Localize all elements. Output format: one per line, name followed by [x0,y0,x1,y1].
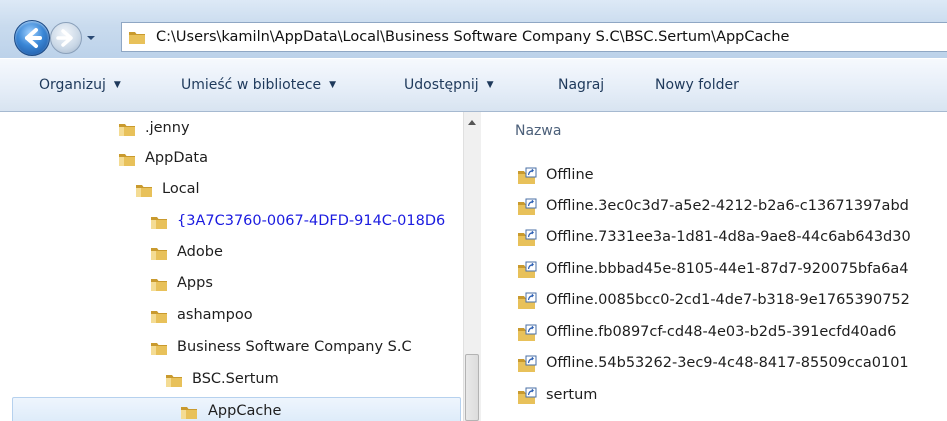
folder-icon [136,185,152,197]
folder-icon [151,311,167,323]
file-name: Offline.7331ee3a-1d81-4d8a-9ae8-44c6ab64… [546,229,911,245]
tree-item-guid-folder[interactable]: {3A7C3760-0067-4DFD-914C-018D6 [150,208,463,238]
organize-button[interactable]: Organizuj ▼ [39,77,121,93]
file-name: Offline.fb0897cf-cd48-4e03-b2d5-391ecfd4… [546,324,897,340]
address-path-text: C:\Users\kamiln\AppData\Local\Business S… [156,29,790,45]
folder-icon [151,279,167,291]
scrollbar-thumb[interactable] [465,354,479,421]
shortcut-folder-icon [518,167,537,184]
address-bar-region: C:\Users\kamiln\AppData\Local\Business S… [0,0,947,58]
folder-icon [129,32,145,44]
new-folder-label: Nowy folder [655,77,739,93]
navigation-scrollbar[interactable] [463,112,481,421]
file-name: Offline.0085bcc0-2cd1-4de7-b318-9e176539… [546,292,910,308]
arrow-right-icon [56,29,73,47]
tree-item-appdata[interactable]: AppData [118,145,458,175]
tree-item-label: Business Software Company S.C [177,339,412,355]
shortcut-folder-icon [518,229,537,246]
chevron-down-icon: ▼ [329,80,337,90]
folder-icon [119,154,135,166]
tree-item-label: Apps [177,275,213,291]
new-folder-button[interactable]: Nowy folder [655,77,739,93]
shortcut-folder-icon [518,324,537,341]
include-in-library-button[interactable]: Umieść w bibliotece ▼ [181,77,336,93]
navigation-pane[interactable]: .jenny AppData Local {3A7C3760-0067-4DFD… [0,112,463,421]
arrow-left-icon [25,28,42,48]
column-header-name[interactable]: Nazwa [515,123,561,139]
file-name: Offline.bbbad45e-8105-44e1-87d7-920075bf… [546,261,909,277]
file-name: Offline.54b53262-3ec9-4c48-8417-85509cca… [546,355,909,371]
tree-item-ashampoo[interactable]: ashampoo [150,302,450,332]
shortcut-folder-icon [518,355,537,372]
shortcut-folder-icon [518,292,537,309]
include-in-library-label: Umieść w bibliotece [181,77,322,93]
tree-item-bsc-sertum[interactable]: BSC.Sertum [165,366,455,396]
tree-item-appcache[interactable]: AppCache [12,397,461,421]
tree-item-apps[interactable]: Apps [150,270,450,300]
file-name: sertum [546,387,598,403]
recent-pages-dropdown[interactable] [84,30,98,44]
folder-icon [119,124,135,136]
forward-button[interactable] [50,22,82,54]
tree-item-jenny[interactable]: .jenny [118,115,458,145]
folder-icon [181,407,197,419]
chevron-down-icon: ▼ [113,80,121,90]
file-list-pane[interactable]: Nazwa Offline Offline.3ec0c3d7-a5e2-4212… [481,112,947,421]
tree-item-label: ashampoo [177,307,253,323]
burn-button[interactable]: Nagraj [558,77,604,93]
organize-label: Organizuj [39,77,106,93]
folder-icon [151,248,167,260]
chevron-down-icon: ▼ [486,80,494,90]
share-with-button[interactable]: Udostępnij ▼ [404,77,494,93]
tree-item-local[interactable]: Local [135,176,455,206]
chevron-down-icon [87,36,95,40]
tree-item-adobe[interactable]: Adobe [150,239,450,269]
file-name: Offline.3ec0c3d7-a5e2-4212-b2a6-c1367139… [546,198,909,214]
folder-icon [151,217,167,229]
file-name: Offline [546,167,594,183]
shortcut-folder-icon [518,198,537,215]
share-with-label: Udostępnij [404,77,479,93]
back-button[interactable] [14,20,50,56]
command-toolbar: Organizuj ▼ Umieść w bibliotece ▼ Udostępn… [0,58,947,112]
address-field[interactable]: C:\Users\kamiln\AppData\Local\Business S… [121,22,947,52]
shortcut-folder-icon [518,387,537,404]
folder-icon [166,375,182,387]
tree-item-label: AppCache [208,403,282,419]
burn-label: Nagraj [558,77,605,93]
scroll-up-arrow-icon[interactable] [468,120,476,125]
tree-item-label: .jenny [145,120,190,136]
folder-icon [151,343,167,355]
tree-item-label: Local [162,181,200,197]
shortcut-folder-icon [518,261,537,278]
tree-item-label: BSC.Sertum [192,371,279,387]
tree-item-business-software-company[interactable]: Business Software Company S.C [150,334,460,364]
tree-item-label: Adobe [177,244,223,260]
tree-item-label: AppData [145,150,208,166]
tree-item-label: {3A7C3760-0067-4DFD-914C-018D6 [177,213,446,229]
